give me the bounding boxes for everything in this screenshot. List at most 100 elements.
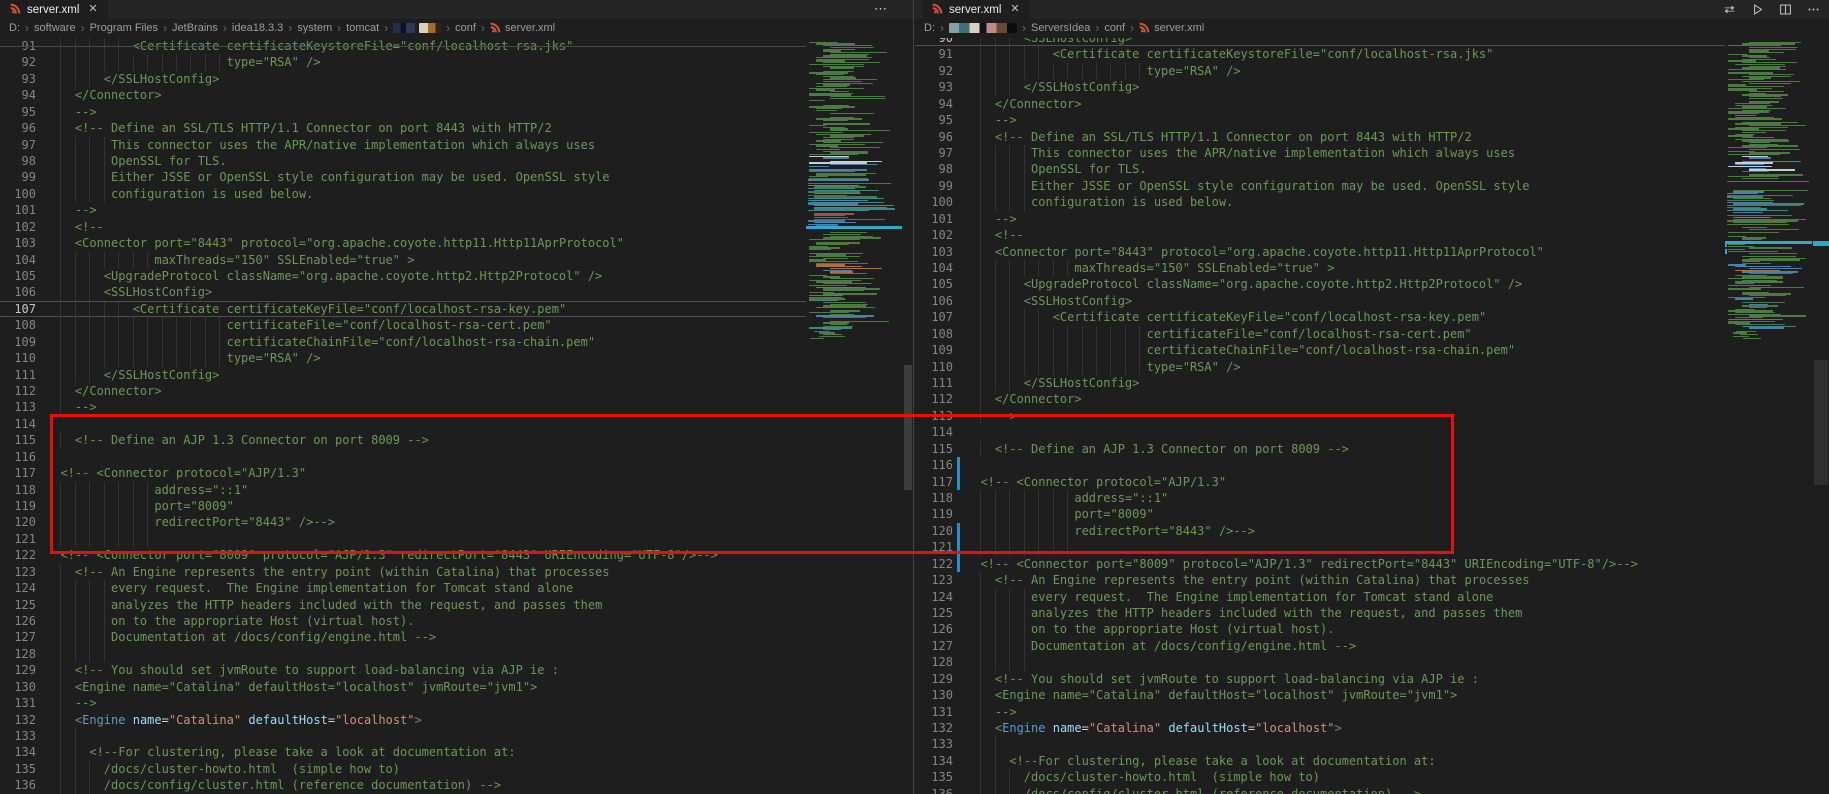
code-line[interactable]: 101--> xyxy=(0,202,806,218)
code-line[interactable]: 123<!-- An Engine represents the entry p… xyxy=(0,564,806,580)
line-number[interactable]: 94 xyxy=(915,96,953,112)
code-line[interactable]: 109certificateChainFile="conf/localhost-… xyxy=(0,334,806,350)
line-number[interactable]: 128 xyxy=(915,654,953,670)
line-number[interactable]: 105 xyxy=(0,268,36,284)
code-line[interactable]: 94</Connector> xyxy=(0,87,806,103)
line-number[interactable]: 130 xyxy=(0,679,36,695)
code-line[interactable]: 104maxThreads="150" SSLEnabled="true" > xyxy=(915,260,1725,276)
line-number[interactable]: 130 xyxy=(915,687,953,703)
line-number[interactable]: 110 xyxy=(0,350,36,366)
code-line[interactable]: 115<!-- Define an AJP 1.3 Connector on p… xyxy=(915,441,1725,457)
breadcrumb-item[interactable]: server.xml xyxy=(505,22,555,34)
close-icon[interactable]: ✕ xyxy=(88,0,97,19)
code-line[interactable]: 113--> xyxy=(915,408,1725,424)
line-number[interactable]: 99 xyxy=(0,169,36,185)
code-line[interactable]: 114 xyxy=(915,424,1725,440)
code-line[interactable]: 97This connector uses the APR/native imp… xyxy=(0,137,806,153)
code-line[interactable]: 128 xyxy=(915,654,1725,670)
code-line[interactable]: 98OpenSSL for TLS. xyxy=(0,153,806,169)
code-line[interactable]: 97This connector uses the APR/native imp… xyxy=(915,145,1725,161)
code-editor-right[interactable]: 90<SSLHostConfig>91<Certificate certific… xyxy=(915,38,1725,794)
line-number[interactable]: 125 xyxy=(915,605,953,621)
code-line[interactable]: 91<Certificate certificateKeystoreFile="… xyxy=(915,46,1725,62)
code-line[interactable]: 113--> xyxy=(0,399,806,415)
line-number[interactable]: 132 xyxy=(0,712,36,728)
code-line[interactable]: 106<SSLHostConfig> xyxy=(0,284,806,300)
scrollbar-thumb[interactable] xyxy=(1814,360,1828,485)
code-line[interactable]: 118address="::1" xyxy=(0,482,806,498)
line-number[interactable]: 132 xyxy=(915,720,953,736)
code-line[interactable]: 133 xyxy=(915,736,1725,752)
line-number[interactable]: 119 xyxy=(915,506,953,522)
line-number[interactable]: 131 xyxy=(915,704,953,720)
code-line[interactable]: 131--> xyxy=(915,704,1725,720)
code-line[interactable]: 134<!--For clustering, please take a loo… xyxy=(0,744,806,760)
line-number[interactable]: 114 xyxy=(915,424,953,440)
breadcrumb-item[interactable]: conf xyxy=(1104,22,1125,34)
code-line[interactable]: 136/docs/config/cluster.html (reference … xyxy=(0,777,806,793)
line-number[interactable]: 92 xyxy=(915,63,953,79)
code-line[interactable]: 92type="RSA" /> xyxy=(0,54,806,70)
line-number[interactable]: 126 xyxy=(0,613,36,629)
breadcrumb-item[interactable]: server.xml xyxy=(1154,22,1204,34)
overview-ruler-right[interactable] xyxy=(1813,0,1829,794)
code-line[interactable]: 132<Engine name="Catalina" defaultHost="… xyxy=(915,720,1725,736)
line-number[interactable]: 133 xyxy=(0,728,36,744)
code-line[interactable]: 109certificateChainFile="conf/localhost-… xyxy=(915,342,1725,358)
code-line[interactable]: 125analyzes the HTTP headers included wi… xyxy=(915,605,1725,621)
line-number[interactable]: 105 xyxy=(915,276,953,292)
line-number[interactable]: 116 xyxy=(0,449,36,465)
line-number[interactable]: 107 xyxy=(915,309,953,325)
line-number[interactable]: 125 xyxy=(0,597,36,613)
code-line[interactable]: 131--> xyxy=(0,695,806,711)
line-number[interactable]: 118 xyxy=(915,490,953,506)
line-number[interactable]: 110 xyxy=(915,359,953,375)
code-line[interactable]: 117<!-- <Connector protocol="AJP/1.3" xyxy=(0,465,806,481)
code-line[interactable]: 130<Engine name="Catalina" defaultHost="… xyxy=(0,679,806,695)
line-number[interactable]: 114 xyxy=(0,416,36,432)
code-line[interactable]: 120redirectPort="8443" />--> xyxy=(0,514,806,530)
line-number[interactable]: 109 xyxy=(0,334,36,350)
code-line[interactable]: 92type="RSA" /> xyxy=(915,63,1725,79)
line-number[interactable]: 126 xyxy=(915,621,953,637)
code-line[interactable]: 120redirectPort="8443" />--> xyxy=(915,523,1725,539)
code-line[interactable]: 112</Connector> xyxy=(915,391,1725,407)
code-line[interactable]: 136/docs/config/cluster.html (reference … xyxy=(915,786,1725,794)
line-number[interactable]: 97 xyxy=(915,145,953,161)
line-number[interactable]: 127 xyxy=(0,629,36,645)
code-line[interactable]: 94</Connector> xyxy=(915,96,1725,112)
line-number[interactable]: 108 xyxy=(915,326,953,342)
code-line[interactable]: 133 xyxy=(0,728,806,744)
code-line[interactable]: 132<Engine name="Catalina" defaultHost="… xyxy=(0,712,806,728)
tab-server-xml-left[interactable]: server.xml ✕ xyxy=(0,0,108,19)
code-editor-left[interactable]: 90<SSLHostConfig>91<Certificate certific… xyxy=(0,38,806,794)
line-number[interactable]: 134 xyxy=(0,744,36,760)
code-line[interactable]: 121 xyxy=(0,531,806,547)
tab-server-xml-right[interactable]: server.xml ✕ xyxy=(922,0,1030,19)
code-line[interactable]: 99Either JSSE or OpenSSL style configura… xyxy=(0,169,806,185)
breadcrumb-item[interactable]: D: xyxy=(924,22,935,34)
code-line[interactable]: 108certificateFile="conf/localhost-rsa-c… xyxy=(0,317,806,333)
line-number[interactable]: 99 xyxy=(915,178,953,194)
code-line[interactable]: 115<!-- Define an AJP 1.3 Connector on p… xyxy=(0,432,806,448)
code-line[interactable]: 122<!-- <Connector port="8009" protocol=… xyxy=(0,547,806,563)
line-number[interactable]: 121 xyxy=(0,531,36,547)
minimap-right[interactable] xyxy=(1725,0,1812,794)
scrollbar-left[interactable] xyxy=(903,0,913,794)
code-line[interactable]: 95--> xyxy=(915,112,1725,128)
line-number[interactable]: 117 xyxy=(0,465,36,481)
close-icon[interactable]: ✕ xyxy=(1010,0,1019,19)
line-number[interactable]: 92 xyxy=(0,54,36,70)
code-line[interactable]: 123<!-- An Engine represents the entry p… xyxy=(915,572,1725,588)
minimap-left[interactable] xyxy=(806,0,902,794)
line-number[interactable]: 91 xyxy=(915,46,953,62)
code-line[interactable]: 106<SSLHostConfig> xyxy=(915,293,1725,309)
code-line[interactable]: 119port="8009" xyxy=(915,506,1725,522)
code-line[interactable]: 129<!-- You should set jvmRoute to suppo… xyxy=(0,662,806,678)
line-number[interactable]: 109 xyxy=(915,342,953,358)
code-line[interactable]: 117<!-- <Connector protocol="AJP/1.3" xyxy=(915,474,1725,490)
line-number[interactable]: 96 xyxy=(0,120,36,136)
line-number[interactable]: 102 xyxy=(0,219,36,235)
code-line[interactable]: 111</SSLHostConfig> xyxy=(0,367,806,383)
line-number[interactable]: 118 xyxy=(0,482,36,498)
